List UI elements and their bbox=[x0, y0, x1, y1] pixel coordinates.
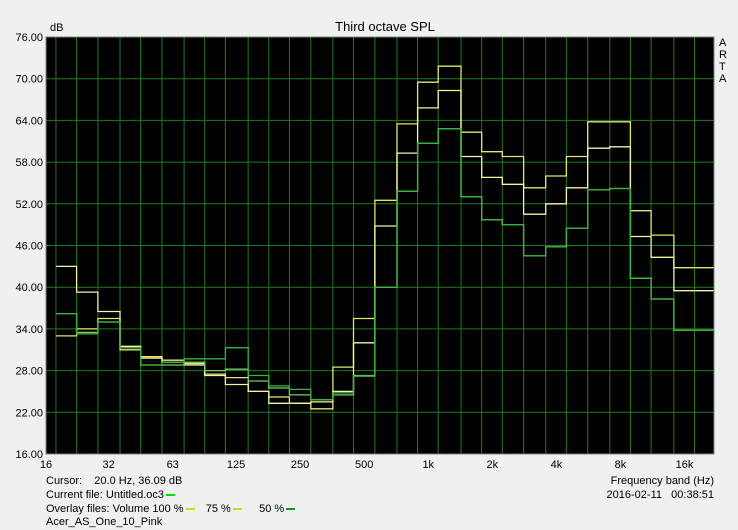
overlay-files-label: Overlay files: Volume 100 % bbox=[46, 503, 184, 515]
overlay-50-label: 50 % bbox=[259, 503, 285, 515]
current-file-line: Current file: Untitled.oc3 bbox=[46, 489, 177, 501]
x-tick-label: 63 bbox=[167, 459, 179, 471]
datetime-stamp: 2016-02-11 00:38:51 bbox=[606, 489, 714, 501]
overlay-files-line: Overlay files: Volume 100 % 75 % 50 % bbox=[46, 503, 297, 515]
x-tick-label: 500 bbox=[355, 459, 373, 471]
x-tick-label: 32 bbox=[102, 459, 114, 471]
y-tick-label: 64.00 bbox=[15, 115, 43, 127]
overlay-file-name: Acer_AS_One_10_Pink bbox=[46, 516, 163, 528]
x-tick-label: 8k bbox=[615, 459, 627, 471]
current-file-name: Untitled.oc3 bbox=[105, 489, 165, 501]
y-tick-label: 16.00 bbox=[15, 449, 43, 461]
current-file-label: Current file: bbox=[46, 489, 106, 501]
arta-letter: A bbox=[719, 37, 727, 49]
overlay-75-swatch bbox=[232, 508, 242, 511]
x-tick-label: 4k bbox=[551, 459, 563, 471]
y-tick-label: 22.00 bbox=[15, 407, 43, 419]
y-tick-label: 52.00 bbox=[15, 199, 43, 211]
y-tick-label: 40.00 bbox=[15, 282, 43, 294]
y-tick-label: 70.00 bbox=[15, 74, 43, 86]
overlay-100-swatch bbox=[185, 508, 195, 511]
arta-letter: T bbox=[719, 61, 726, 73]
spl-chart: Third octave SPL dB 16.00 22.00 28.00 34.00… bbox=[15, 19, 715, 487]
x-tick-label: 2k bbox=[487, 459, 499, 471]
y-axis-label: dB bbox=[50, 22, 63, 34]
arta-letter: R bbox=[719, 49, 727, 61]
y-tick-label: 34.00 bbox=[15, 324, 43, 336]
x-tick-label: 1k bbox=[422, 459, 434, 471]
y-tick-label: 28.00 bbox=[15, 366, 43, 378]
x-tick-label: 16k bbox=[676, 459, 694, 471]
overlay-75-label: 75 % bbox=[205, 503, 231, 515]
cursor-readout: Cursor: 20.0 Hz, 36.09 dB bbox=[46, 475, 183, 487]
y-tick-label: 46.00 bbox=[15, 241, 43, 253]
current-file-swatch bbox=[166, 494, 176, 497]
y-tick-label: 76.00 bbox=[15, 32, 43, 44]
x-tick-label: 16 bbox=[40, 459, 52, 471]
x-tick-label: 250 bbox=[291, 459, 309, 471]
y-tick-labels: 16.00 22.00 28.00 34.00 40.00 46.00 52.00 58.00… bbox=[15, 32, 43, 461]
x-axis-label: Frequency band (Hz) bbox=[611, 475, 714, 487]
arta-letter: A bbox=[719, 73, 727, 85]
x-tick-label: 125 bbox=[227, 459, 245, 471]
x-tick-labels: 16 32 63 125 250 500 1k 2k 4k 8k 16k bbox=[40, 459, 694, 471]
chart-title: Third octave SPL bbox=[335, 19, 435, 34]
overlay-50-swatch bbox=[286, 508, 296, 511]
y-tick-label: 58.00 bbox=[15, 157, 43, 169]
